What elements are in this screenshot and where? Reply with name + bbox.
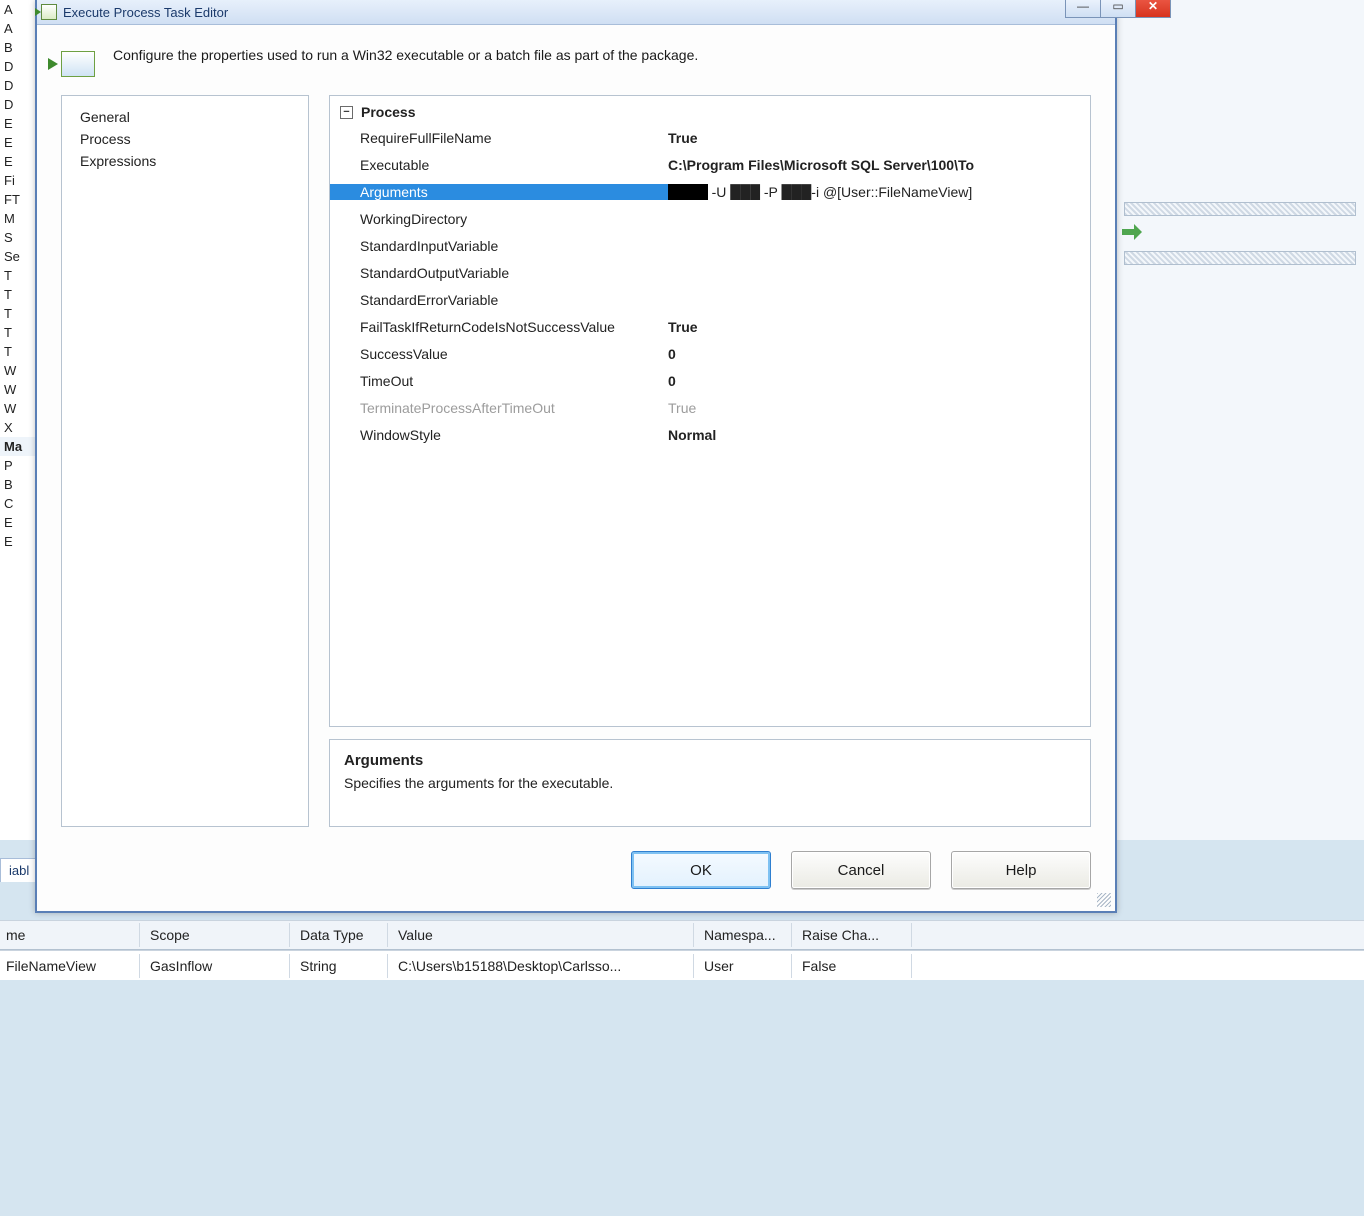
prop-row-stdout[interactable]: StandardOutputVariable <box>330 259 1090 286</box>
col-value[interactable]: Value <box>388 923 694 947</box>
prop-row-executable[interactable]: Executable C:\Program Files\Microsoft SQ… <box>330 151 1090 178</box>
prop-row-windowstyle[interactable]: WindowStyle Normal <box>330 421 1090 448</box>
prop-row-failtask[interactable]: FailTaskIfReturnCodeIsNotSuccessValue Tr… <box>330 313 1090 340</box>
prop-row-requirefullfilename[interactable]: RequireFullFileName True <box>330 124 1090 151</box>
properties-grid: − Process RequireFullFileName True Execu… <box>329 95 1091 727</box>
col-namespace[interactable]: Namespa... <box>694 923 792 947</box>
dialog-description: Configure the properties used to run a W… <box>113 47 698 77</box>
prop-row-timeout[interactable]: TimeOut 0 <box>330 367 1090 394</box>
variables-grid: me Scope Data Type Value Namespa... Rais… <box>0 920 1364 980</box>
execute-process-task-editor-dialog: Execute Process Task Editor — ▭ ✕ Config… <box>35 0 1117 913</box>
col-name[interactable]: me <box>0 923 140 947</box>
flow-arrow-icon <box>1122 222 1142 242</box>
col-datatype[interactable]: Data Type <box>290 923 388 947</box>
nav-general[interactable]: General <box>62 106 308 128</box>
nav-process[interactable]: Process <box>62 128 308 150</box>
nav-expressions[interactable]: Expressions <box>62 150 308 172</box>
minimize-button[interactable]: — <box>1065 0 1101 18</box>
solution-tree-partial: AAB DDD EEE FiFTM SSeT TTT TWW WX Ma PBC… <box>0 0 38 840</box>
variables-row[interactable]: FileNameView GasInflow String C:\Users\b… <box>0 950 1364 980</box>
maximize-button[interactable]: ▭ <box>1100 0 1136 18</box>
collapse-icon[interactable]: − <box>340 106 353 119</box>
dialog-title: Execute Process Task Editor <box>63 5 228 20</box>
resize-grip-icon[interactable] <box>1097 893 1111 907</box>
cancel-button[interactable]: Cancel <box>791 851 931 889</box>
dialog-buttons: OK Cancel Help <box>37 827 1115 911</box>
dialog-titlebar[interactable]: Execute Process Task Editor — ▭ ✕ <box>37 0 1115 25</box>
desc-title: Arguments <box>344 752 1076 769</box>
prop-row-terminate: TerminateProcessAfterTimeOut True <box>330 394 1090 421</box>
category-nav: General Process Expressions <box>61 95 309 827</box>
prop-row-stderr[interactable]: StandardErrorVariable <box>330 286 1090 313</box>
redacted-text: ████ <box>668 184 708 200</box>
col-scope[interactable]: Scope <box>140 923 290 947</box>
desc-text: Specifies the arguments for the executab… <box>344 775 1076 791</box>
prop-row-arguments[interactable]: Arguments ████ -U ███ -P ███-i @[User::F… <box>330 178 1090 205</box>
variables-tab[interactable]: iabl <box>0 858 38 882</box>
arguments-value[interactable]: ████ -U ███ -P ███-i @[User::FileNameVie… <box>668 184 1090 200</box>
close-button[interactable]: ✕ <box>1135 0 1171 18</box>
help-button[interactable]: Help <box>951 851 1091 889</box>
prop-row-workingdirectory[interactable]: WorkingDirectory <box>330 205 1090 232</box>
variables-header-row: me Scope Data Type Value Namespa... Rais… <box>0 920 1364 950</box>
execute-process-large-icon <box>61 51 95 77</box>
property-description: Arguments Specifies the arguments for th… <box>329 739 1091 827</box>
col-raisechange[interactable]: Raise Cha... <box>792 923 912 947</box>
prop-row-successvalue[interactable]: SuccessValue 0 <box>330 340 1090 367</box>
prop-row-stdin[interactable]: StandardInputVariable <box>330 232 1090 259</box>
dialog-header: Configure the properties used to run a W… <box>37 25 1115 95</box>
execute-process-icon <box>41 4 57 20</box>
ok-button[interactable]: OK <box>631 851 771 889</box>
canvas-partial <box>1116 0 1364 840</box>
group-header-process[interactable]: − Process <box>330 104 1090 124</box>
